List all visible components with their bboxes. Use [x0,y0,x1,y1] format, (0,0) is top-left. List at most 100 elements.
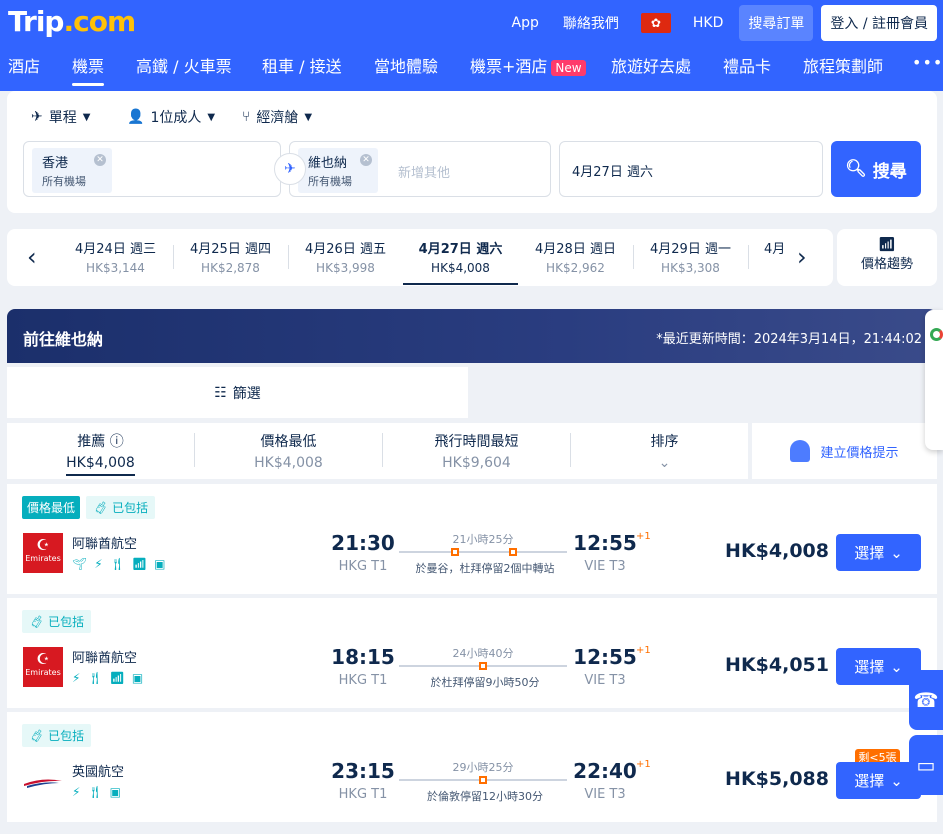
date-option[interactable]: 4月26日 週五 HK$3,998 [288,229,403,286]
chevron-down-icon: ⌄ [890,771,903,790]
more-menu-icon[interactable]: ••• [912,53,943,72]
cabin-label: 經濟艙 [256,110,299,126]
nav-item-trains[interactable]: 高鐵 / 火車票 [136,53,232,77]
tag-label: 已包括 [48,729,85,743]
tab-price: HK$4,008 [66,455,135,476]
date-option[interactable]: 4月25日 週四 HK$2,878 [173,229,288,286]
search-button-label: 搜尋 [872,161,907,182]
cabin-select[interactable]: ⑂ 經濟艙 ▼ [242,107,312,127]
tab-label: 推薦 [77,434,106,450]
feedback-icon[interactable]: ▭ [909,735,943,795]
date-option-selected[interactable]: 4月27日 週六 HK$4,008 [403,229,518,286]
search-icon: 🔍︎ [845,159,867,179]
caret-down-icon: ▼ [304,111,313,123]
hk-flag-icon[interactable]: ✿ [640,13,671,33]
date-label: 4月28日 週日 [535,242,616,257]
select-button[interactable]: 選擇 ⌄ [836,534,921,571]
route-line [399,548,567,556]
filter-button[interactable]: ☷ 篩選 [7,367,468,418]
layover-info[interactable]: 於曼谷，杜拜停留2個中轉站 [387,560,583,576]
logo-text: Emirates [25,668,61,677]
amenity-icons: ⚡︎🍴︎▣ [72,785,128,799]
tab-recommended[interactable]: 推薦 ⓘ HK$4,008 [7,431,194,476]
price: HK$5,088 [725,768,829,790]
emirates-logo: ☪ Emirates [23,647,63,687]
plane-icon: ✈ [31,109,43,125]
airline-name: 英國航空 [72,765,125,780]
login-button[interactable]: 登入 / 註冊會員 [821,5,937,41]
nav-item-flights[interactable]: 機票 [72,53,105,86]
passengers-select[interactable]: 👤 1位成人 ▼ [127,107,215,127]
logo-text: Emirates [25,554,61,563]
flight-card[interactable]: 價格最低 🧳︎ 已包括 ☪ Emirates 阿聯酋航空 🌱︎⚡︎🍴︎📶︎▣ 21… [7,484,937,594]
tab-cheapest[interactable]: 價格最低 HK$4,008 [195,431,382,471]
search-button[interactable]: 🔍︎ 搜尋 [831,141,921,197]
contact-link[interactable]: 聯絡我們 [551,13,631,33]
add-destination-placeholder[interactable]: 新增其他 [398,162,450,181]
search-orders-button[interactable]: 搜尋訂單 [739,5,814,41]
price-alert-label: 建立價格提示 [820,445,899,461]
tab-label: 排序 [650,434,679,450]
date-option[interactable]: 4月28日 週日 HK$2,962 [518,229,633,286]
trip-type-select[interactable]: ✈ 單程 ▼ [31,107,90,127]
trip-logo[interactable]: Trip.com [8,5,136,38]
tab-label: 價格最低 [260,434,317,450]
app-link[interactable]: App [500,15,551,31]
nav-item-destinations[interactable]: 旅遊好去處 [611,53,691,77]
select-label: 選擇 [854,544,885,562]
chrome-extension-widget[interactable] [925,310,943,450]
chevron-right-icon[interactable]: › [797,243,807,271]
nav-item-attractions[interactable]: 當地體驗 [374,53,438,77]
origin-field[interactable]: 香港 所有機場 ✕ [23,141,281,197]
date-option[interactable]: 4月 [748,229,783,286]
destination-field[interactable]: 維也納 所有機場 ✕ 新增其他 [289,141,551,197]
stop-marker [509,548,517,556]
clear-origin-icon[interactable]: ✕ [94,154,106,166]
tab-shortest[interactable]: 飛行時間最短 HK$9,604 [383,431,570,471]
price-trend-label: 價格趨勢 [860,257,913,272]
tab-label: 飛行時間最短 [434,434,519,450]
nav-item-flight-hotel[interactable]: 機票+酒店 New [470,53,586,77]
route-line [399,776,567,784]
google-icon [930,328,943,341]
flight-card[interactable]: 🧳︎ 已包括 英國航空 ⚡︎🍴︎▣ 23:15 HKG T1 29小時25分 於… [7,712,937,822]
date-price: HK$3,308 [661,261,720,275]
chevron-down-icon: ⌄ [890,657,903,676]
nav-item-cars[interactable]: 租車 / 接送 [262,53,342,77]
depart-time: 23:15 [331,759,395,783]
tag-label: 已包括 [48,615,85,629]
date-option[interactable]: 4月24日 週三 HK$3,144 [58,229,173,286]
origin-city: 香港 [42,156,69,171]
tag-label: 已包括 [112,501,149,515]
amenity-icons: ⚡︎🍴︎📶︎▣ [72,671,151,685]
nav-item-hotels[interactable]: 酒店 [8,53,40,77]
arrive-airport: VIE T3 [584,787,626,802]
currency-selector[interactable]: HKD [681,15,736,31]
header-actions: App 聯絡我們 ✿ HKD 搜尋訂單 登入 / 註冊會員 [500,5,937,41]
price-trend-button[interactable]: 📶︎ 價格趨勢 [837,229,937,286]
date-option[interactable]: 4月29日 週一 HK$3,308 [633,229,748,286]
clear-destination-icon[interactable]: ✕ [360,154,372,166]
info-icon[interactable]: ⓘ [110,434,124,450]
date-field[interactable]: 4月27日 週六 [559,141,823,197]
depart-time: 18:15 [331,645,395,669]
customer-support-icon[interactable]: ☎ [909,670,943,730]
caret-down-icon: ▼ [82,111,91,123]
price-alert-button[interactable]: 建立價格提示 [752,423,937,479]
select-label: 選擇 [854,772,885,790]
caret-down-icon: ▼ [207,111,216,123]
chevron-left-icon[interactable]: ‹ [27,243,37,271]
select-label: 選擇 [854,658,885,676]
person-icon: 👤 [127,109,145,125]
flight-card[interactable]: 🧳︎ 已包括 ☪ Emirates 阿聯酋航空 ⚡︎🍴︎📶︎▣ 18:15 HKG… [7,598,937,708]
tag-list: 🧳︎ 已包括 [22,610,92,633]
date-label: 4月24日 週三 [75,242,156,257]
nav-item-trip-planner[interactable]: 旅程策劃師 [803,53,883,77]
swap-route-icon[interactable]: ✈ [274,153,306,185]
layover-info[interactable]: 於杜拜停留9小時50分 [387,674,583,690]
tab-sort[interactable]: 排序 ⌄ [571,431,758,471]
nav-item-gift-cards[interactable]: 禮品卡 [723,53,771,77]
emirates-logo: ☪ Emirates [23,533,63,573]
destination-chip: 維也納 所有機場 ✕ [298,148,378,193]
layover-info[interactable]: 於倫敦停留12小時30分 [387,788,583,804]
